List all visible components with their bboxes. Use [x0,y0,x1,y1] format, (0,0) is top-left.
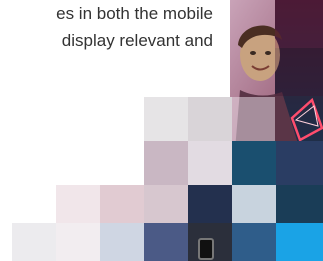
mosaic-tile [56,223,100,261]
mosaic-tile [275,0,323,48]
mosaic-tile [144,223,188,261]
mosaic-tile [232,141,276,185]
mosaic-tile [100,223,144,261]
photo-mosaic [0,0,323,261]
mosaic-tile [232,97,275,141]
mosaic-tile [276,223,323,261]
mosaic-tile [12,223,56,261]
mosaic-tile [144,141,188,185]
mosaic-tile [188,97,232,141]
mosaic-tile [144,97,188,141]
mosaic-tile [232,223,276,261]
mosaic-tile [275,48,323,96]
mosaic-tile [188,141,232,185]
mosaic-tile [276,141,323,185]
watch-detail [198,238,214,260]
